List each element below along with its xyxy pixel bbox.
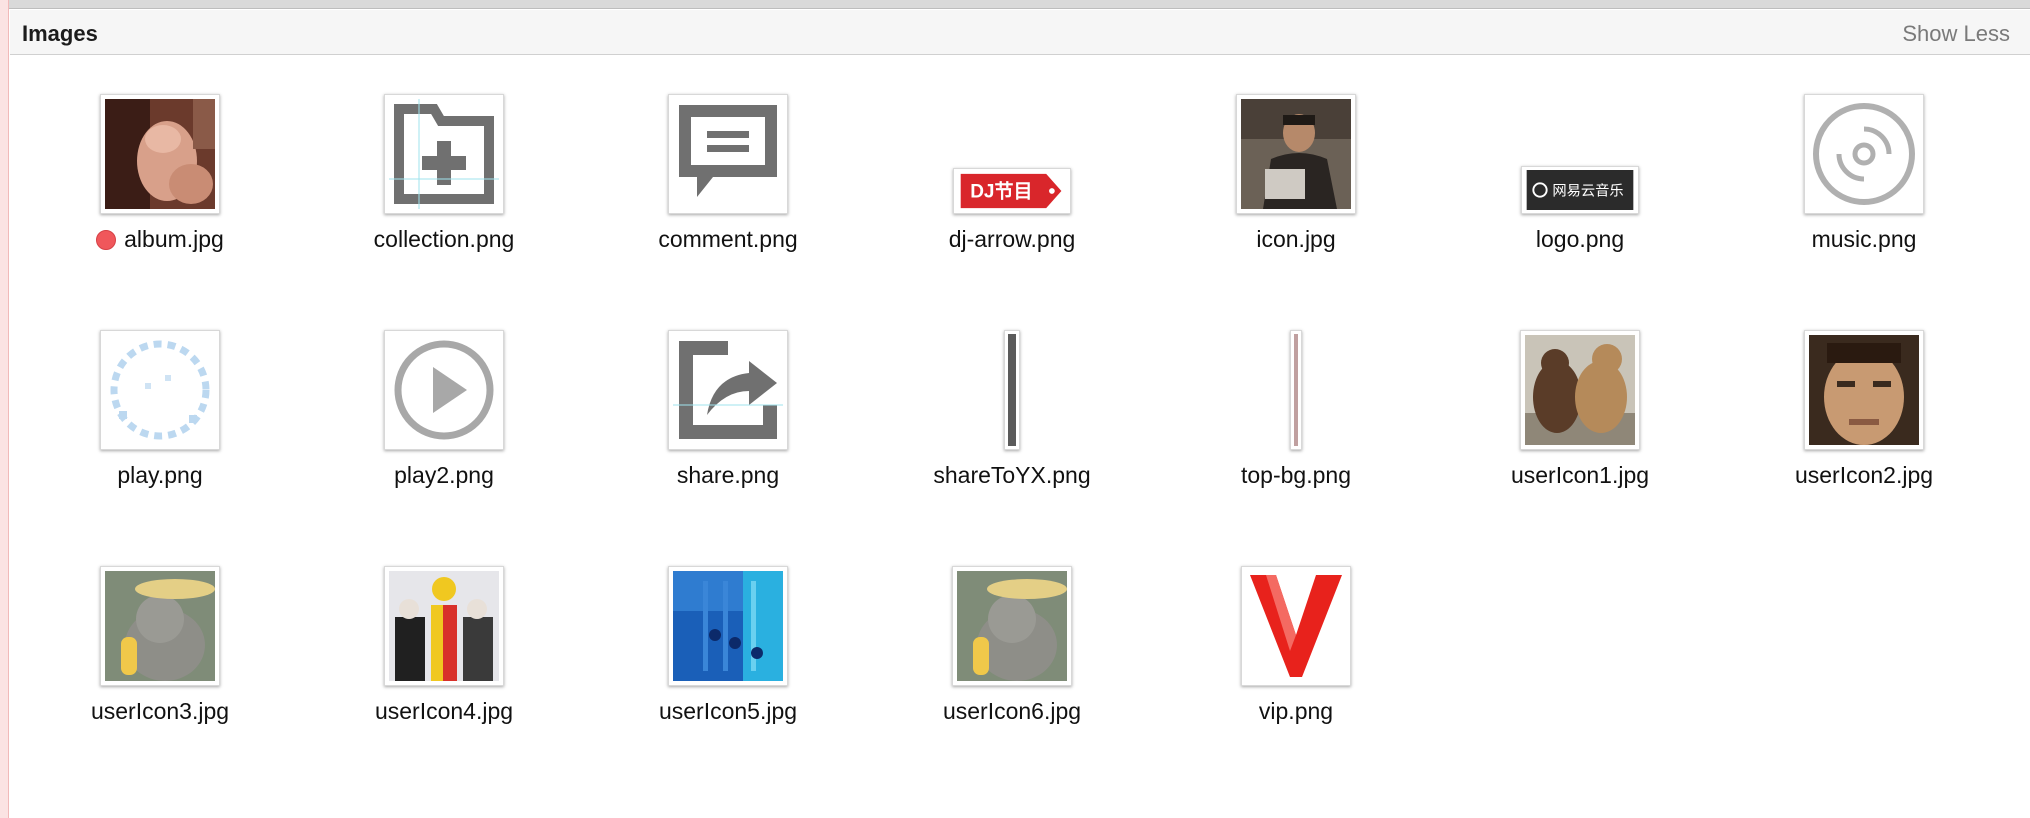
bears-photo-icon — [1520, 330, 1640, 450]
file-name: share.png — [676, 462, 780, 488]
file-item-music[interactable]: music.png — [1744, 56, 1984, 276]
koala-photo-icon — [100, 566, 220, 686]
file-name: logo.png — [1535, 226, 1625, 252]
red-tag-icon — [96, 229, 117, 250]
file-name: top-bg.png — [1241, 462, 1351, 488]
music-disc-icon — [1804, 94, 1924, 214]
file-item-collection[interactable]: collection.png — [324, 56, 564, 276]
file-item-vip[interactable]: vip.png — [1176, 528, 1416, 748]
file-item-logo[interactable]: 网易云音乐 logo.png — [1460, 56, 1700, 276]
dj-tag-text: DJ节目 — [970, 181, 1032, 203]
play-ring-icon — [100, 330, 220, 450]
sidebar-edge — [0, 0, 9, 818]
file-item-usericon3[interactable]: userIcon3.jpg — [40, 528, 280, 748]
file-name: play.png — [117, 462, 203, 488]
file-name: collection.png — [373, 226, 515, 252]
file-item-icon[interactable]: icon.jpg — [1176, 56, 1416, 276]
portrait-photo-icon — [1236, 94, 1356, 214]
file-name: vip.png — [1258, 698, 1334, 724]
vip-v-icon — [1241, 566, 1351, 686]
file-item-dj-arrow[interactable]: DJ节目 dj-arrow.png — [892, 56, 1132, 276]
face-photo-icon — [1804, 330, 1924, 450]
file-name: userIcon6.jpg — [942, 698, 1082, 724]
file-name: shareToYX.png — [933, 462, 1091, 488]
blue-abstract-photo-icon — [668, 566, 788, 686]
file-item-album[interactable]: album.jpg — [40, 56, 280, 276]
file-name: dj-arrow.png — [948, 226, 1076, 252]
dj-tag-icon: DJ节目 — [953, 168, 1071, 214]
file-item-usericon4[interactable]: userIcon4.jpg — [324, 528, 564, 748]
file-item-usericon2[interactable]: userIcon2.jpg — [1744, 292, 1984, 512]
file-item-sharetoyx[interactable]: shareToYX.png — [892, 292, 1132, 512]
window-top-strip — [0, 0, 2030, 9]
koala-photo-icon — [952, 566, 1072, 686]
costume-photo-icon — [384, 566, 504, 686]
file-name: userIcon5.jpg — [658, 698, 798, 724]
file-item-usericon6[interactable]: userIcon6.jpg — [892, 528, 1132, 748]
file-item-usericon1[interactable]: userIcon1.jpg — [1460, 292, 1700, 512]
file-item-share[interactable]: share.png — [608, 292, 848, 512]
image-grid: album.jpg collection.png comment.png DJ节… — [10, 56, 2030, 818]
file-name: play2.png — [394, 462, 494, 488]
file-name: music.png — [1811, 226, 1917, 252]
show-less-button[interactable]: Show Less — [1902, 21, 2010, 47]
thin-bar-icon — [1004, 330, 1020, 450]
netease-logo-icon: 网易云音乐 — [1521, 166, 1639, 214]
thin-line-icon — [1290, 330, 1302, 450]
file-item-top-bg[interactable]: top-bg.png — [1176, 292, 1416, 512]
file-name: comment.png — [658, 226, 798, 252]
share-arrow-icon — [668, 330, 788, 450]
play-circle-icon — [384, 330, 504, 450]
file-item-usericon5[interactable]: userIcon5.jpg — [608, 528, 848, 748]
file-item-play[interactable]: play.png — [40, 292, 280, 512]
file-name: userIcon3.jpg — [90, 698, 230, 724]
section-title: Images — [22, 21, 98, 46]
file-name: userIcon4.jpg — [374, 698, 514, 724]
file-item-comment[interactable]: comment.png — [608, 56, 848, 276]
file-name: album.jpg — [124, 226, 224, 252]
file-name: userIcon1.jpg — [1510, 462, 1650, 488]
logo-text: 网易云音乐 — [1552, 183, 1623, 200]
file-name: userIcon2.jpg — [1794, 462, 1934, 488]
file-name: icon.jpg — [1256, 226, 1336, 252]
album-photo-icon — [100, 94, 220, 214]
collection-add-icon — [384, 94, 504, 214]
comment-bubble-icon — [668, 94, 788, 214]
section-header: Images Show Less — [10, 10, 2030, 55]
file-item-play2[interactable]: play2.png — [324, 292, 564, 512]
